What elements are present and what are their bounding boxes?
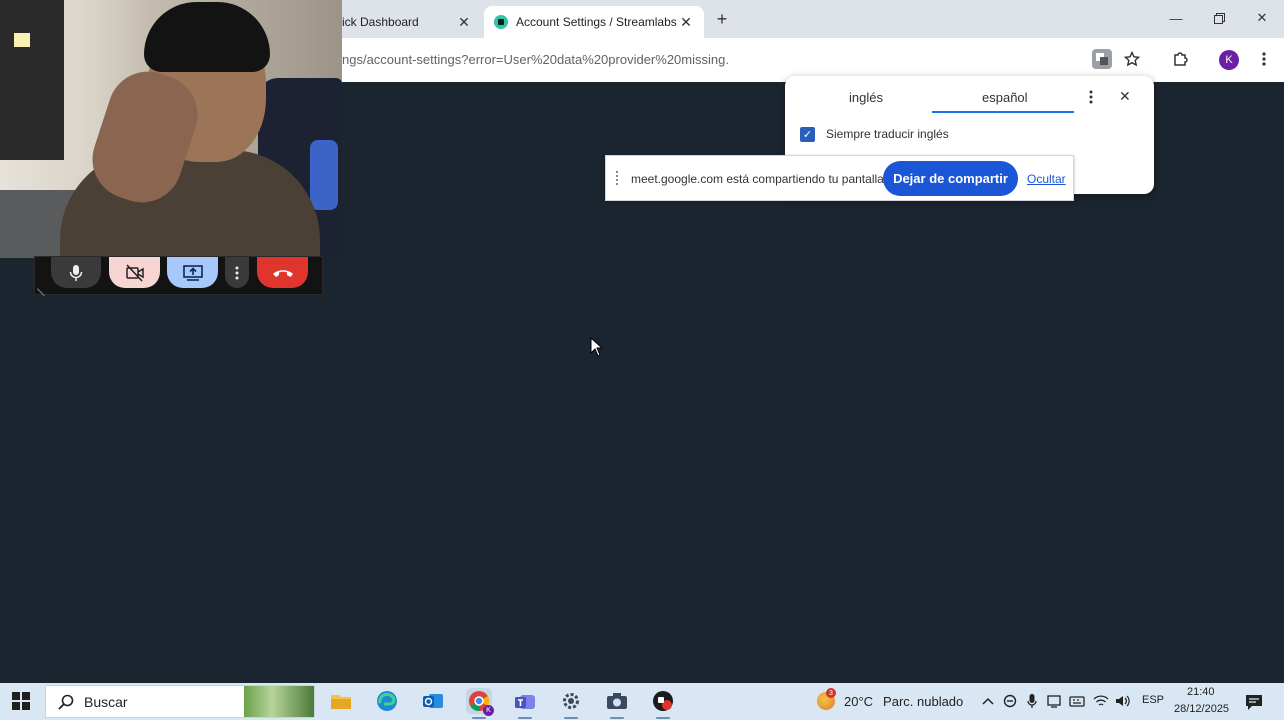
microphone-in-use-icon[interactable] bbox=[1024, 693, 1040, 709]
meet-call-controls bbox=[34, 256, 323, 297]
search-placeholder: Buscar bbox=[84, 693, 128, 710]
edge-browser-icon[interactable] bbox=[374, 688, 400, 714]
search-highlight-image bbox=[244, 686, 314, 717]
close-window-icon[interactable]: ✕ bbox=[1252, 8, 1272, 28]
always-translate-label: Siempre traducir inglés bbox=[826, 127, 949, 141]
tab-account-settings[interactable]: Account Settings / Streamlabs ✕ bbox=[484, 6, 704, 38]
streamlabs-favicon-icon bbox=[494, 15, 508, 29]
wifi-icon[interactable] bbox=[1093, 693, 1109, 709]
minimize-icon[interactable]: — bbox=[1166, 8, 1186, 28]
camera-off-icon bbox=[125, 263, 144, 282]
chrome-icon[interactable]: K bbox=[466, 688, 494, 719]
active-tab-underline bbox=[932, 111, 1074, 113]
address-bar[interactable]: ngs/account-settings?error=User%20data%2… bbox=[342, 52, 729, 67]
menu-kebab-icon[interactable] bbox=[1254, 49, 1274, 69]
options-kebab-icon[interactable] bbox=[1089, 90, 1093, 109]
stop-sharing-button[interactable]: Dejar de compartir bbox=[883, 161, 1018, 196]
partly-cloudy-icon: 3 bbox=[817, 688, 836, 710]
more-vert-icon bbox=[235, 266, 239, 279]
camera-app-icon[interactable] bbox=[604, 688, 630, 719]
file-explorer-icon[interactable] bbox=[328, 688, 354, 714]
more-options-button[interactable] bbox=[225, 257, 249, 288]
mouse-cursor-icon bbox=[590, 336, 604, 362]
microphone-icon bbox=[69, 264, 83, 281]
search-icon bbox=[56, 692, 76, 712]
tab-label: Account Settings / Streamlabs bbox=[516, 15, 677, 29]
end-call-button[interactable] bbox=[257, 257, 308, 288]
settings-gear-icon[interactable] bbox=[558, 688, 584, 719]
weather-condition: Parc. nublado bbox=[883, 693, 964, 709]
clock-time[interactable]: 21:40 bbox=[1187, 686, 1215, 698]
drag-handle-icon[interactable] bbox=[616, 171, 622, 185]
present-screen-button[interactable] bbox=[167, 257, 218, 288]
tab-target-language[interactable]: español bbox=[982, 90, 1028, 105]
tab-source-language[interactable]: inglés bbox=[849, 90, 883, 105]
hang-up-icon bbox=[272, 269, 293, 277]
onedrive-sync-icon[interactable] bbox=[1002, 693, 1018, 709]
clock-date[interactable]: 28/12/2025 bbox=[1174, 703, 1229, 715]
close-icon[interactable]: ✕ bbox=[1119, 88, 1131, 105]
device-display-icon[interactable] bbox=[1046, 693, 1062, 709]
hide-link[interactable]: Ocultar bbox=[1027, 172, 1066, 186]
windows-start-icon[interactable] bbox=[12, 692, 30, 710]
windows-taskbar: Buscar K 3 20°C Parc. nublado ESP 21:40 … bbox=[0, 683, 1284, 720]
share-message: meet.google.com está compartiendo tu pan… bbox=[631, 172, 888, 186]
webcam-feed bbox=[0, 0, 342, 258]
weather-alert-badge: 3 bbox=[826, 688, 836, 698]
close-icon[interactable]: ✕ bbox=[456, 14, 472, 30]
volume-speaker-icon[interactable] bbox=[1115, 693, 1131, 709]
translate-icon[interactable] bbox=[1092, 49, 1112, 69]
close-icon[interactable]: ✕ bbox=[678, 14, 694, 30]
camera-toggle-button[interactable] bbox=[109, 257, 160, 288]
ime-keyboard-icon[interactable] bbox=[1069, 693, 1085, 709]
show-hidden-icons-chevron-up-icon[interactable] bbox=[980, 693, 996, 709]
new-tab-plus-icon[interactable]: + bbox=[712, 9, 732, 29]
input-language-indicator[interactable]: ESP bbox=[1142, 694, 1164, 706]
present-screen-icon bbox=[182, 264, 203, 281]
microphone-button[interactable] bbox=[51, 257, 101, 288]
screen-share-bar: meet.google.com está compartiendo tu pan… bbox=[605, 155, 1074, 201]
resize-handle-icon[interactable] bbox=[36, 281, 52, 297]
teams-icon[interactable] bbox=[512, 688, 538, 719]
chrome-profile-badge: K bbox=[483, 705, 494, 716]
tab-label: ick Dashboard bbox=[342, 15, 419, 29]
bookmark-star-icon[interactable] bbox=[1122, 49, 1142, 69]
tab-dashboard[interactable]: ick Dashboard ✕ bbox=[340, 6, 482, 38]
profile-avatar[interactable]: K bbox=[1219, 50, 1239, 70]
restore-icon[interactable] bbox=[1209, 8, 1229, 28]
weather-temperature: 20°C bbox=[844, 693, 874, 709]
always-translate-checkbox[interactable]: ✓ bbox=[800, 127, 815, 142]
streamlabs-app-icon[interactable] bbox=[650, 688, 676, 719]
weather-widget[interactable]: 3 20°C Parc. nublado bbox=[817, 688, 964, 710]
extensions-puzzle-icon[interactable] bbox=[1170, 49, 1190, 69]
notifications-icon[interactable] bbox=[1244, 692, 1264, 712]
outlook-icon[interactable] bbox=[420, 688, 446, 714]
taskbar-search[interactable]: Buscar bbox=[45, 685, 315, 718]
